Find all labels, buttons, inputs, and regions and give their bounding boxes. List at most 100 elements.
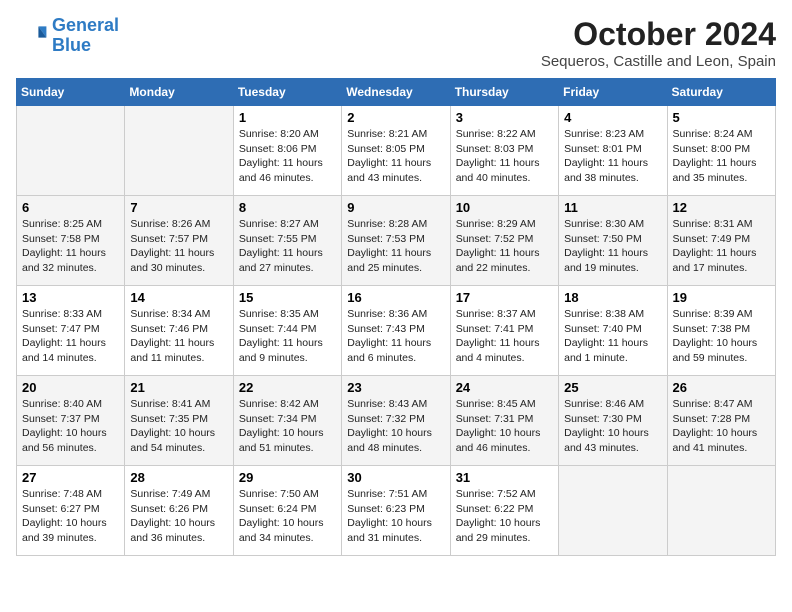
day-number: 14 xyxy=(130,290,227,305)
month-title: October 2024 xyxy=(541,16,776,53)
day-info: Sunrise: 8:30 AM Sunset: 7:50 PM Dayligh… xyxy=(564,217,661,276)
day-number: 10 xyxy=(456,200,553,215)
weekday-header-sunday: Sunday xyxy=(17,79,125,106)
calendar-cell xyxy=(17,106,125,196)
day-info: Sunrise: 8:46 AM Sunset: 7:30 PM Dayligh… xyxy=(564,397,661,456)
day-number: 22 xyxy=(239,380,336,395)
calendar-cell: 28 Sunrise: 7:49 AM Sunset: 6:26 PM Dayli… xyxy=(125,466,233,556)
weekday-header-thursday: Thursday xyxy=(450,79,558,106)
day-number: 30 xyxy=(347,470,444,485)
day-info: Sunrise: 8:41 AM Sunset: 7:35 PM Dayligh… xyxy=(130,397,227,456)
day-info: Sunrise: 8:23 AM Sunset: 8:01 PM Dayligh… xyxy=(564,127,661,186)
calendar-cell: 7 Sunrise: 8:26 AM Sunset: 7:57 PM Daylig… xyxy=(125,196,233,286)
calendar-cell: 6Sunrise: 8:25 AM Sunset: 7:58 PM Daylig… xyxy=(17,196,125,286)
day-number: 9 xyxy=(347,200,444,215)
calendar-cell: 26Sunrise: 8:47 AM Sunset: 7:28 PM Dayli… xyxy=(667,376,775,466)
calendar-cell xyxy=(559,466,667,556)
calendar-body: 1 Sunrise: 8:20 AM Sunset: 8:06 PM Daylig… xyxy=(17,106,776,556)
day-info: Sunrise: 7:48 AM Sunset: 6:27 PM Dayligh… xyxy=(22,487,119,546)
day-number: 1 xyxy=(239,110,336,125)
day-info: Sunrise: 8:33 AM Sunset: 7:47 PM Dayligh… xyxy=(22,307,119,366)
day-info: Sunrise: 8:21 AM Sunset: 8:05 PM Dayligh… xyxy=(347,127,444,186)
weekday-header-tuesday: Tuesday xyxy=(233,79,341,106)
weekday-header-saturday: Saturday xyxy=(667,79,775,106)
calendar-cell: 24Sunrise: 8:45 AM Sunset: 7:31 PM Dayli… xyxy=(450,376,558,466)
day-number: 6 xyxy=(22,200,119,215)
day-number: 24 xyxy=(456,380,553,395)
day-number: 5 xyxy=(673,110,770,125)
header: General Blue October 2024 Sequeros, Cast… xyxy=(16,16,776,70)
day-info: Sunrise: 8:29 AM Sunset: 7:52 PM Dayligh… xyxy=(456,217,553,276)
calendar-cell: 9 Sunrise: 8:28 AM Sunset: 7:53 PM Daylig… xyxy=(342,196,450,286)
weekday-header-friday: Friday xyxy=(559,79,667,106)
logo-general: General xyxy=(52,15,119,35)
day-info: Sunrise: 7:51 AM Sunset: 6:23 PM Dayligh… xyxy=(347,487,444,546)
calendar-week-5: 27 Sunrise: 7:48 AM Sunset: 6:27 PM Dayli… xyxy=(17,466,776,556)
day-number: 12 xyxy=(673,200,770,215)
day-number: 20 xyxy=(22,380,119,395)
calendar-cell: 4 Sunrise: 8:23 AM Sunset: 8:01 PM Daylig… xyxy=(559,106,667,196)
day-info: Sunrise: 8:34 AM Sunset: 7:46 PM Dayligh… xyxy=(130,307,227,366)
calendar-cell: 13Sunrise: 8:33 AM Sunset: 7:47 PM Dayli… xyxy=(17,286,125,376)
logo-blue: Blue xyxy=(52,35,91,55)
day-number: 17 xyxy=(456,290,553,305)
day-number: 2 xyxy=(347,110,444,125)
day-info: Sunrise: 8:43 AM Sunset: 7:32 PM Dayligh… xyxy=(347,397,444,456)
calendar-week-2: 6Sunrise: 8:25 AM Sunset: 7:58 PM Daylig… xyxy=(17,196,776,286)
calendar-cell: 1 Sunrise: 8:20 AM Sunset: 8:06 PM Daylig… xyxy=(233,106,341,196)
day-info: Sunrise: 8:42 AM Sunset: 7:34 PM Dayligh… xyxy=(239,397,336,456)
day-number: 21 xyxy=(130,380,227,395)
day-number: 3 xyxy=(456,110,553,125)
day-number: 11 xyxy=(564,200,661,215)
calendar-cell: 16Sunrise: 8:36 AM Sunset: 7:43 PM Dayli… xyxy=(342,286,450,376)
day-info: Sunrise: 7:50 AM Sunset: 6:24 PM Dayligh… xyxy=(239,487,336,546)
calendar-week-3: 13Sunrise: 8:33 AM Sunset: 7:47 PM Dayli… xyxy=(17,286,776,376)
day-number: 7 xyxy=(130,200,227,215)
calendar-cell: 25 Sunrise: 8:46 AM Sunset: 7:30 PM Dayli… xyxy=(559,376,667,466)
calendar-header: SundayMondayTuesdayWednesdayThursdayFrid… xyxy=(17,79,776,106)
day-number: 16 xyxy=(347,290,444,305)
calendar-cell: 17 Sunrise: 8:37 AM Sunset: 7:41 PM Dayli… xyxy=(450,286,558,376)
calendar-cell xyxy=(667,466,775,556)
day-info: Sunrise: 8:47 AM Sunset: 7:28 PM Dayligh… xyxy=(673,397,770,456)
day-info: Sunrise: 8:38 AM Sunset: 7:40 PM Dayligh… xyxy=(564,307,661,366)
day-number: 25 xyxy=(564,380,661,395)
header-row: SundayMondayTuesdayWednesdayThursdayFrid… xyxy=(17,79,776,106)
day-number: 4 xyxy=(564,110,661,125)
day-number: 31 xyxy=(456,470,553,485)
calendar-week-4: 20 Sunrise: 8:40 AM Sunset: 7:37 PM Dayli… xyxy=(17,376,776,466)
calendar-cell: 11 Sunrise: 8:30 AM Sunset: 7:50 PM Dayli… xyxy=(559,196,667,286)
calendar-cell: 8Sunrise: 8:27 AM Sunset: 7:55 PM Daylig… xyxy=(233,196,341,286)
day-number: 19 xyxy=(673,290,770,305)
day-info: Sunrise: 8:40 AM Sunset: 7:37 PM Dayligh… xyxy=(22,397,119,456)
calendar-cell: 15Sunrise: 8:35 AM Sunset: 7:44 PM Dayli… xyxy=(233,286,341,376)
day-number: 15 xyxy=(239,290,336,305)
location-subtitle: Sequeros, Castille and Leon, Spain xyxy=(541,53,776,70)
calendar-cell xyxy=(125,106,233,196)
day-info: Sunrise: 8:22 AM Sunset: 8:03 PM Dayligh… xyxy=(456,127,553,186)
day-info: Sunrise: 8:26 AM Sunset: 7:57 PM Dayligh… xyxy=(130,217,227,276)
calendar-cell: 12Sunrise: 8:31 AM Sunset: 7:49 PM Dayli… xyxy=(667,196,775,286)
day-number: 18 xyxy=(564,290,661,305)
logo-icon xyxy=(16,20,48,52)
day-info: Sunrise: 8:27 AM Sunset: 7:55 PM Dayligh… xyxy=(239,217,336,276)
day-number: 28 xyxy=(130,470,227,485)
calendar-cell: 2 Sunrise: 8:21 AM Sunset: 8:05 PM Daylig… xyxy=(342,106,450,196)
day-number: 29 xyxy=(239,470,336,485)
calendar-table: SundayMondayTuesdayWednesdayThursdayFrid… xyxy=(16,78,776,556)
calendar-cell: 20 Sunrise: 8:40 AM Sunset: 7:37 PM Dayli… xyxy=(17,376,125,466)
day-info: Sunrise: 8:28 AM Sunset: 7:53 PM Dayligh… xyxy=(347,217,444,276)
day-info: Sunrise: 7:49 AM Sunset: 6:26 PM Dayligh… xyxy=(130,487,227,546)
calendar-cell: 22 Sunrise: 8:42 AM Sunset: 7:34 PM Dayli… xyxy=(233,376,341,466)
calendar-cell: 29 Sunrise: 7:50 AM Sunset: 6:24 PM Dayli… xyxy=(233,466,341,556)
day-info: Sunrise: 8:20 AM Sunset: 8:06 PM Dayligh… xyxy=(239,127,336,186)
day-number: 27 xyxy=(22,470,119,485)
calendar-cell: 31 Sunrise: 7:52 AM Sunset: 6:22 PM Dayli… xyxy=(450,466,558,556)
day-info: Sunrise: 8:39 AM Sunset: 7:38 PM Dayligh… xyxy=(673,307,770,366)
calendar-cell: 30 Sunrise: 7:51 AM Sunset: 6:23 PM Dayli… xyxy=(342,466,450,556)
calendar-cell: 18 Sunrise: 8:38 AM Sunset: 7:40 PM Dayli… xyxy=(559,286,667,376)
day-info: Sunrise: 8:37 AM Sunset: 7:41 PM Dayligh… xyxy=(456,307,553,366)
weekday-header-monday: Monday xyxy=(125,79,233,106)
logo-text: General Blue xyxy=(52,16,119,56)
day-info: Sunrise: 7:52 AM Sunset: 6:22 PM Dayligh… xyxy=(456,487,553,546)
